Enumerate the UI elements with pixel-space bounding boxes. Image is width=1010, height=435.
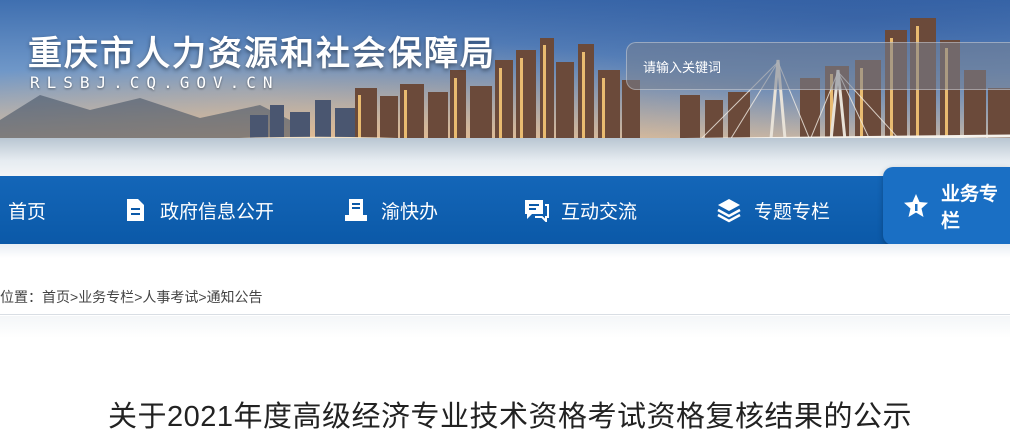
nav-item-gov-info[interactable]: 政府信息公开 (122, 176, 274, 244)
site-domain: RLSBJ.CQ.GOV.CN (30, 73, 280, 92)
nav-item-label: 互动交流 (561, 200, 638, 223)
nav-item-label: 首页 (8, 200, 47, 223)
breadcrumb-home[interactable]: 首页 (42, 289, 70, 305)
breadcrumb: 位置：首页>业务专栏>人事考试>通知公告 (0, 287, 263, 307)
nav-item-business[interactable]: 业务专栏 (883, 167, 1010, 245)
article-title: 关于2021年度高级经济专业技术资格考试资格复核结果的公示 (107, 401, 912, 433)
nav-item-interaction[interactable]: 互动交流 (523, 176, 637, 244)
river-water (0, 138, 1010, 176)
star-icon (903, 193, 929, 219)
nav-item-label: 业务专栏 (941, 183, 999, 232)
breadcrumb-separator: > (198, 289, 207, 305)
main-nav: 首页 政府信息公开 渝快办 互动交流 专题专栏 业务专栏 (0, 167, 1010, 245)
service-icon (343, 197, 369, 223)
header-banner: 重庆市人力资源和社会保障局 RLSBJ.CQ.GOV.CN (0, 0, 1010, 176)
nav-shadow (0, 244, 1010, 258)
layers-icon (716, 197, 742, 223)
nav-item-label: 政府信息公开 (160, 200, 275, 223)
breadcrumb-business[interactable]: 业务专栏 (78, 289, 134, 305)
content-shadow (0, 316, 1010, 338)
site-title: 重庆市人力资源和社会保障局 (28, 34, 496, 74)
nav-item-yukuaiban[interactable]: 渝快办 (343, 176, 438, 244)
chat-icon (523, 197, 549, 223)
search-box (626, 42, 1010, 90)
nav-item-label: 专题专栏 (754, 200, 831, 223)
breadcrumb-notices[interactable]: 通知公告 (207, 289, 263, 305)
breadcrumb-exams[interactable]: 人事考试 (142, 289, 198, 305)
document-icon (122, 197, 148, 223)
nav-item-label: 渝快办 (381, 200, 439, 223)
breadcrumb-divider (0, 314, 1010, 315)
nav-item-special-topics[interactable]: 专题专栏 (716, 176, 830, 244)
nav-item-home[interactable]: 首页 (8, 176, 46, 244)
search-input[interactable] (641, 55, 945, 79)
breadcrumb-separator: > (70, 289, 79, 305)
breadcrumb-prefix: 位置： (0, 289, 42, 305)
